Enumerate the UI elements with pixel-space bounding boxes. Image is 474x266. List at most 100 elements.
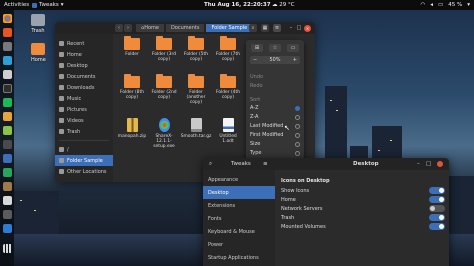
section-extensions[interactable]: Extensions: [203, 199, 275, 212]
minimize-button[interactable]: –: [287, 24, 295, 32]
chat-icon[interactable]: [2, 168, 12, 177]
sidebar-item-home[interactable]: Home: [55, 49, 113, 60]
sidebar-item-pictures[interactable]: Pictures: [55, 104, 113, 115]
breadcrumb-home[interactable]: ⌂ Home: [136, 24, 164, 32]
chrome-icon[interactable]: [2, 14, 12, 23]
desktop-home-icon[interactable]: Home: [31, 43, 46, 63]
file-item[interactable]: Folder: [117, 36, 147, 57]
music-icon[interactable]: [2, 98, 12, 107]
forward-button[interactable]: ›: [124, 24, 132, 32]
photos-icon[interactable]: [2, 112, 12, 121]
file-item[interactable]: Smooth.tar.gz: [181, 118, 211, 139]
sort-option-z-a[interactable]: Z-A: [250, 113, 300, 121]
file-item[interactable]: Folder (8th copy): [117, 74, 147, 101]
file-item[interactable]: manopah.zip: [117, 118, 147, 139]
maximize-button[interactable]: □: [295, 24, 303, 32]
file-item[interactable]: ShareX-12.1.1-setup.exe: [149, 118, 179, 149]
tweaks-dock-icon[interactable]: [2, 140, 12, 149]
close-button[interactable]: ✕: [304, 24, 311, 32]
toggle-switch[interactable]: [429, 223, 445, 230]
sort-option-first-modified[interactable]: First Modified: [250, 131, 300, 139]
undo-item[interactable]: Undo: [250, 73, 300, 81]
file-name: Folder (8th copy): [120, 90, 144, 101]
sort-option-a-z[interactable]: A-Z: [250, 104, 300, 112]
zoom-out-button[interactable]: −: [253, 57, 257, 63]
zoom-in-button[interactable]: +: [293, 57, 297, 63]
sidebar-item-trash[interactable]: Trash: [55, 126, 113, 137]
redo-item[interactable]: Redo: [250, 82, 300, 90]
file-item[interactable]: Folder (7th copy): [213, 36, 243, 62]
file-item[interactable]: Folder (4th copy): [213, 74, 243, 100]
settings-icon[interactable]: [2, 70, 12, 79]
android-icon[interactable]: [2, 126, 12, 135]
close-button[interactable]: [437, 161, 443, 167]
section-fonts[interactable]: Fonts: [203, 212, 275, 225]
sidebar-label: Documents: [67, 73, 96, 80]
section-startup-applications[interactable]: Startup Applications: [203, 251, 275, 264]
maximize-button[interactable]: □: [426, 161, 431, 167]
file-item[interactable]: Untitled 1.odt: [213, 118, 243, 144]
section-appearance[interactable]: Appearance: [203, 173, 275, 186]
sidebar-item-root[interactable]: /: [55, 144, 113, 155]
software-center-icon[interactable]: [2, 28, 12, 37]
section-power[interactable]: Power: [203, 238, 275, 251]
sidebar-item-folder-sample[interactable]: Folder Sample: [55, 155, 113, 166]
files-icon[interactable]: [2, 42, 12, 51]
bookmark-button[interactable]: ☆: [269, 44, 281, 52]
toggle-switch[interactable]: [429, 205, 445, 212]
back-button[interactable]: ‹: [115, 24, 123, 32]
sidebar-item-desktop[interactable]: Desktop: [55, 60, 113, 71]
section-keyboard-mouse[interactable]: Keyboard & Mouse: [203, 225, 275, 238]
monitor-icon[interactable]: [2, 154, 12, 163]
sidebar-item-recent[interactable]: Recent: [55, 38, 113, 49]
sort-option-last-modified[interactable]: Last Modified: [250, 122, 300, 130]
sidebar-item-other-locations[interactable]: Other Locations: [55, 166, 113, 177]
breadcrumb-documents-label: Documents: [170, 25, 200, 31]
system-tray[interactable]: ◠ ◂ ▭ 45 % ▾: [420, 2, 470, 8]
terminal-icon[interactable]: [2, 84, 12, 93]
search-button[interactable]: ⌕: [249, 24, 257, 32]
editor-icon[interactable]: [2, 56, 12, 65]
app-menu[interactable]: Tweaks ▾: [32, 2, 64, 8]
new-folder-button[interactable]: ⊞: [251, 44, 263, 52]
activities-button[interactable]: Activities: [4, 2, 29, 8]
sidebar-label: Desktop: [67, 62, 88, 69]
breadcrumb-folder-sample[interactable]: Folder Sample: [206, 24, 253, 32]
toggle-switch[interactable]: [429, 196, 445, 203]
toggle-switch[interactable]: [429, 187, 445, 194]
file-item[interactable]: Folder (5th copy): [181, 36, 211, 62]
app-grid-icon[interactable]: [2, 244, 12, 253]
file-item[interactable]: Folder (3rd copy): [149, 36, 179, 62]
setting-label: Trash: [281, 214, 295, 221]
toggle-switch[interactable]: [429, 214, 445, 221]
file-grid: Folder Folder (3rd copy) Folder (5th cop…: [117, 36, 247, 178]
camera-icon[interactable]: [2, 210, 12, 219]
folder-icon: [188, 74, 204, 88]
sort-option-size[interactable]: Size: [250, 140, 300, 148]
sort-option-type[interactable]: Type: [250, 149, 300, 157]
dock: [0, 10, 14, 266]
file-item[interactable]: Folder (2nd copy): [149, 74, 179, 100]
desktop-trash-icon[interactable]: Trash: [31, 14, 45, 34]
radio-icon: [295, 141, 300, 147]
mail-icon[interactable]: [2, 196, 12, 205]
sidebar-item-documents[interactable]: Documents: [55, 71, 113, 82]
clock[interactable]: Thu Aug 16, 22:20:37: [204, 2, 271, 8]
section-desktop[interactable]: Desktop: [203, 186, 275, 199]
sidebar-item-videos[interactable]: Videos: [55, 115, 113, 126]
weather-indicator[interactable]: ☁ 29 °C: [272, 2, 295, 8]
menu-button[interactable]: ≡: [273, 24, 281, 32]
minimize-button[interactable]: –: [417, 161, 420, 167]
sidebar-item-music[interactable]: Music: [55, 93, 113, 104]
sidebar-item-downloads[interactable]: Downloads: [55, 82, 113, 93]
setting-network-servers: Network Servers: [281, 204, 445, 213]
view-options-button[interactable]: ▦: [261, 24, 269, 32]
sidebar-label: Pictures: [67, 106, 87, 113]
breadcrumb-documents[interactable]: Documents: [165, 24, 205, 32]
file-item[interactable]: Folder (another copy): [181, 74, 211, 105]
open-terminal-button[interactable]: ▭: [287, 44, 299, 52]
archive-icon[interactable]: [2, 182, 12, 191]
tweaks-search-button[interactable]: ⌕: [209, 161, 212, 168]
network-icon[interactable]: [2, 224, 12, 233]
tweaks-menu-button[interactable]: ≡: [263, 161, 268, 167]
